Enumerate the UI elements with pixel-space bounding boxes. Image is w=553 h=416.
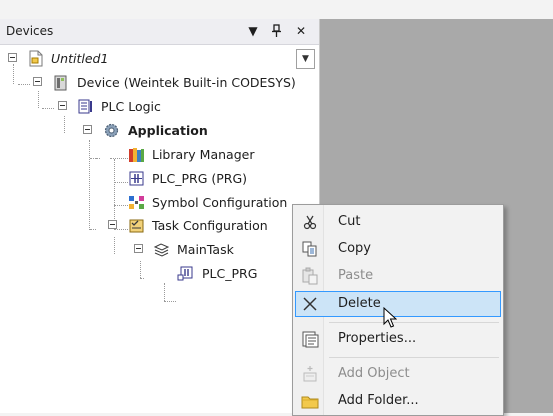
menu-item-properties[interactable]: Properties... bbox=[295, 326, 501, 352]
folder-icon bbox=[301, 392, 319, 410]
device-icon bbox=[52, 74, 69, 91]
menu-separator bbox=[329, 322, 499, 323]
project-icon bbox=[27, 50, 44, 67]
collapse-toggle[interactable] bbox=[8, 53, 17, 62]
tree-label-plc-prg: PLC_PRG (PRG) bbox=[152, 171, 248, 186]
menu-item-paste[interactable]: Paste bbox=[295, 263, 501, 289]
plc-logic-icon bbox=[77, 98, 94, 115]
tree-item-library-manager[interactable]: Library Manager bbox=[0, 145, 300, 165]
library-manager-icon bbox=[128, 146, 145, 163]
panel-title: Devices bbox=[6, 24, 54, 38]
panel-header: Devices ▼ ✕ bbox=[0, 19, 319, 45]
tree-item-application[interactable]: Application bbox=[0, 121, 300, 141]
menu-label-add-object: Add Object bbox=[338, 366, 410, 381]
collapse-toggle[interactable] bbox=[83, 125, 92, 134]
menu-label-copy: Copy bbox=[338, 241, 371, 256]
tree-label-project: Untitled1 bbox=[51, 51, 109, 66]
task-icon bbox=[153, 241, 170, 258]
tree-item-main-task[interactable]: MainTask bbox=[0, 240, 300, 260]
tree-label-symbol-configuration: Symbol Configuration bbox=[152, 195, 288, 210]
top-strip bbox=[0, 0, 553, 19]
tree-label-plc-logic: PLC Logic bbox=[101, 99, 161, 114]
symbol-configuration-icon bbox=[128, 194, 145, 211]
collapse-toggle[interactable] bbox=[108, 220, 117, 229]
tree-label-task-configuration: Task Configuration bbox=[152, 218, 268, 233]
tree-item-symbol-configuration[interactable]: Symbol Configuration bbox=[0, 193, 300, 213]
tree-label-device: Device (Weintek Built-in CODESYS) bbox=[77, 75, 296, 90]
context-menu: Cut Copy Paste Delete Properties... Add … bbox=[292, 204, 504, 416]
task-configuration-icon bbox=[128, 217, 145, 234]
menu-separator bbox=[329, 357, 499, 358]
tree-item-project[interactable]: Untitled1 bbox=[0, 49, 300, 69]
copy-icon bbox=[301, 240, 319, 258]
tree-item-plc-prg[interactable]: PLC_PRG (PRG) bbox=[0, 169, 300, 189]
paste-icon bbox=[301, 267, 319, 285]
tree-label-task-plc-prg: PLC_PRG bbox=[202, 266, 258, 281]
close-icon[interactable]: ✕ bbox=[292, 22, 310, 40]
tree-item-task-plc-prg[interactable]: PLC_PRG bbox=[0, 264, 300, 284]
scissors-icon bbox=[301, 213, 319, 231]
menu-label-add-folder: Add Folder... bbox=[338, 393, 419, 408]
tree-item-task-configuration[interactable]: Task Configuration bbox=[0, 216, 300, 236]
menu-label-paste: Paste bbox=[338, 268, 374, 283]
menu-item-delete[interactable]: Delete bbox=[295, 291, 501, 317]
collapse-toggle[interactable] bbox=[33, 77, 42, 86]
menu-item-copy[interactable]: Copy bbox=[295, 236, 501, 262]
menu-label-properties: Properties... bbox=[338, 331, 417, 346]
menu-label-delete: Delete bbox=[338, 296, 381, 311]
tree-item-plc-logic[interactable]: PLC Logic bbox=[0, 97, 300, 117]
program-icon bbox=[128, 170, 145, 187]
delete-x-icon bbox=[301, 295, 319, 313]
pin-icon[interactable] bbox=[268, 22, 286, 40]
menu-label-cut: Cut bbox=[338, 214, 361, 229]
collapse-toggle[interactable] bbox=[58, 101, 67, 110]
tree-label-main-task: MainTask bbox=[177, 242, 234, 257]
menu-item-add-object[interactable]: Add Object bbox=[295, 361, 501, 387]
program-call-icon bbox=[177, 265, 194, 282]
menu-item-cut[interactable]: Cut bbox=[295, 209, 501, 235]
add-object-icon bbox=[301, 365, 319, 383]
collapse-toggle[interactable] bbox=[134, 244, 143, 253]
tree-label-library-manager: Library Manager bbox=[152, 147, 255, 162]
tree-label-application: Application bbox=[128, 123, 208, 138]
tree-item-device[interactable]: Device (Weintek Built-in CODESYS) bbox=[0, 73, 300, 93]
application-gear-icon bbox=[103, 122, 120, 139]
properties-icon bbox=[301, 330, 319, 348]
panel-menu-dropdown-icon[interactable]: ▼ bbox=[244, 22, 262, 40]
menu-item-add-folder[interactable]: Add Folder... bbox=[295, 388, 501, 414]
mouse-pointer-icon bbox=[383, 307, 397, 328]
